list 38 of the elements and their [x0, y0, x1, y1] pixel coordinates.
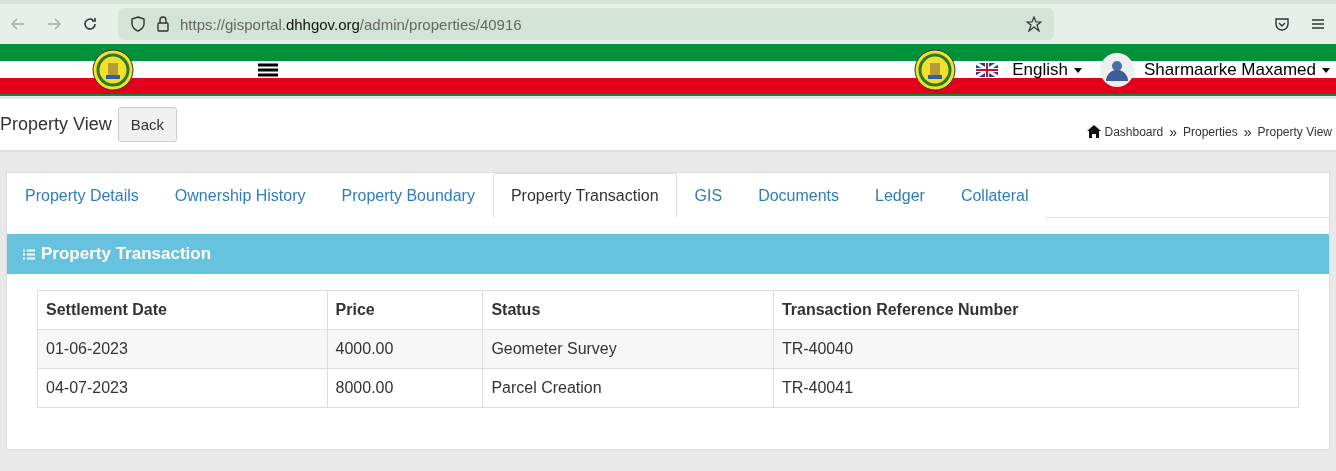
back-button[interactable]: Back	[117, 107, 178, 142]
emblem-icon	[92, 49, 134, 91]
column-header: Status	[482, 290, 774, 330]
caret-icon	[1074, 67, 1083, 73]
breadcrumb-link[interactable]: Dashboard	[1104, 124, 1164, 139]
caret-icon	[1322, 67, 1330, 73]
table-cell: 04-07-2023	[37, 368, 328, 408]
table-cell: TR-40041	[773, 368, 1299, 408]
table-cell: TR-40040	[773, 329, 1299, 369]
flag-icon	[976, 63, 999, 77]
tab[interactable]: Property Transaction	[492, 173, 677, 218]
table-cell: Geometer Survey	[482, 329, 774, 369]
reload-icon[interactable]	[82, 16, 98, 32]
list-icon	[23, 248, 35, 260]
column-header: Price	[327, 290, 483, 330]
panel-title: Property Transaction	[41, 244, 212, 264]
table-cell: 8000.00	[327, 368, 483, 408]
column-header: Transaction Reference Number	[773, 290, 1299, 330]
breadcrumb-separator: »	[1169, 123, 1177, 140]
breadcrumb-separator: »	[1243, 123, 1252, 140]
shield-icon	[130, 16, 146, 32]
user-dropdown[interactable]: Sharmaarke Maxamed	[1144, 60, 1330, 80]
table-cell: Parcel Creation	[482, 368, 774, 408]
column-header: Settlement Date	[37, 290, 328, 330]
home-icon	[1086, 125, 1101, 138]
menu-icon[interactable]	[258, 62, 278, 78]
pocket-icon[interactable]	[1274, 16, 1290, 32]
emblem-icon	[914, 49, 957, 91]
table-cell: 4000.00	[327, 329, 483, 369]
lock-icon	[156, 16, 170, 32]
page-title: Property View	[0, 114, 112, 135]
breadcrumb-link[interactable]: Properties	[1183, 124, 1238, 139]
address-bar[interactable]: https://gisportal.dhhgov.org/admin/properties/40916	[118, 8, 1054, 40]
star-icon[interactable]	[1026, 16, 1042, 32]
language-dropdown[interactable]: English	[1012, 60, 1083, 80]
table-cell: 01-06-2023	[37, 329, 328, 369]
url-text: https://gisportal.dhhgov.org/admin/properties/40916	[180, 15, 522, 33]
avatar-icon[interactable]	[1100, 53, 1135, 87]
